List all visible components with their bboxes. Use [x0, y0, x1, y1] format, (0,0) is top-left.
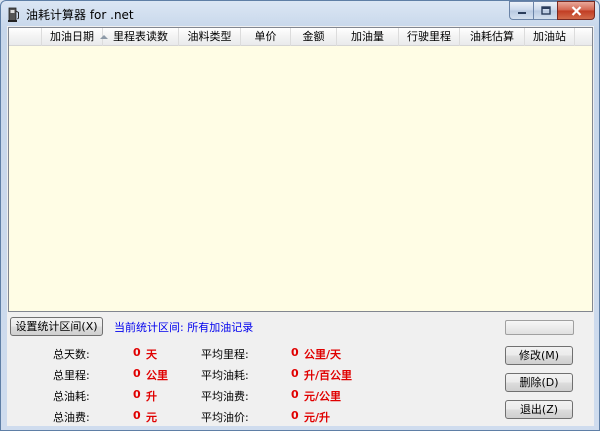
avg-price-label: 平均油价: — [201, 411, 249, 424]
title-bar[interactable]: 油耗计算器 for .net — [1, 1, 599, 26]
avg-cost-value: 0 — [291, 388, 299, 401]
list-header: 加油日期 里程表读数 油料类型 单价 金额 加油量 行驶里程 油耗估算 加油站 — [9, 28, 592, 46]
set-range-button[interactable]: 设置统计区间(X) — [10, 317, 103, 336]
total-days-label: 总天数: — [53, 348, 90, 361]
total-mileage-label: 总里程: — [53, 369, 90, 382]
column-header-amount[interactable]: 金额 — [291, 28, 337, 46]
column-header-distance[interactable]: 行驶里程 — [399, 28, 460, 46]
delete-button[interactable]: 删除(D) — [505, 373, 573, 392]
avg-mileage-unit: 公里/天 — [304, 348, 342, 361]
column-header-consumption[interactable]: 油耗估算 — [460, 28, 525, 46]
maximize-button[interactable] — [533, 1, 558, 20]
avg-price-unit: 元/升 — [304, 411, 331, 424]
total-fuel-unit: 升 — [146, 390, 157, 403]
close-icon — [571, 5, 581, 16]
column-header-fuel-volume[interactable]: 加油量 — [337, 28, 399, 46]
avg-mileage-label: 平均里程: — [201, 348, 249, 361]
avg-mileage-value: 0 — [291, 346, 299, 359]
maximize-icon — [541, 6, 551, 15]
avg-consumption-label: 平均油耗: — [201, 369, 249, 382]
fuel-records-list[interactable]: 加油日期 里程表读数 油料类型 单价 金额 加油量 行驶里程 油耗估算 加油站 — [8, 27, 593, 312]
total-cost-value: 0 — [133, 409, 141, 422]
edit-button[interactable]: 修改(M) — [505, 346, 573, 365]
exit-button[interactable]: 退出(Z) — [505, 400, 573, 419]
minimize-button[interactable] — [509, 1, 534, 20]
total-days-value: 0 — [133, 346, 141, 359]
avg-consumption-unit: 升/百公里 — [304, 369, 353, 382]
column-header-fuel-type[interactable]: 油料类型 — [179, 28, 241, 46]
total-mileage-unit: 公里 — [146, 369, 168, 382]
total-cost-unit: 元 — [146, 411, 157, 424]
fuel-pump-icon — [8, 7, 19, 22]
client-area: 加油日期 里程表读数 油料类型 单价 金额 加油量 行驶里程 油耗估算 加油站 … — [7, 26, 594, 426]
total-mileage-value: 0 — [133, 367, 141, 380]
total-fuel-label: 总油耗: — [53, 390, 90, 403]
current-range-label: 当前统计区间: 所有加油记录 — [114, 321, 254, 334]
avg-cost-label: 平均油费: — [201, 390, 249, 403]
column-header-blank[interactable] — [9, 28, 42, 46]
minimize-icon — [518, 11, 526, 14]
app-window: 油耗计算器 for .net 加油日期 里程表读数 油料类型 单价 金额 加油量… — [0, 0, 600, 431]
avg-consumption-value: 0 — [291, 367, 299, 380]
window-title: 油耗计算器 for .net — [26, 8, 134, 22]
progress-bar — [505, 320, 574, 335]
column-header-date[interactable]: 加油日期 — [42, 28, 103, 46]
avg-price-value: 0 — [291, 409, 299, 422]
total-fuel-value: 0 — [133, 388, 141, 401]
total-cost-label: 总油费: — [53, 411, 90, 424]
column-header-station[interactable]: 加油站 — [525, 28, 575, 46]
total-days-unit: 天 — [146, 348, 157, 361]
avg-cost-unit: 元/公里 — [304, 390, 342, 403]
column-header-unit-price[interactable]: 单价 — [241, 28, 291, 46]
close-button[interactable] — [557, 1, 595, 20]
sort-ascending-icon — [100, 35, 108, 39]
column-header-odometer[interactable]: 里程表读数 — [103, 28, 179, 46]
